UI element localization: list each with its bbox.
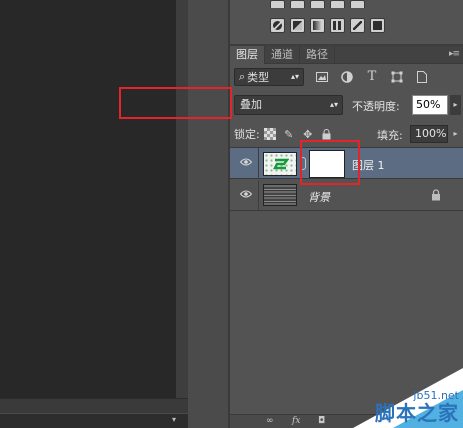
- lock-image-pixels-icon[interactable]: ✎: [283, 128, 295, 141]
- panel-dock-gap: [188, 0, 230, 428]
- logo-icon: [273, 158, 289, 170]
- document-canvas[interactable]: [0, 0, 176, 398]
- lock-all-icon[interactable]: [321, 128, 333, 140]
- lock-transparent-pixels-icon[interactable]: [263, 128, 276, 140]
- opacity-input[interactable]: 50%: [412, 95, 448, 115]
- image-filter-icon[interactable]: [315, 70, 329, 84]
- adjustment-button[interactable]: [330, 0, 345, 8]
- visibility-divider: [258, 180, 259, 211]
- visibility-divider: [258, 148, 259, 179]
- fill-label: 填充:: [377, 129, 403, 142]
- layer-thumbnail[interactable]: [263, 184, 297, 206]
- chevron-updown-icon: ▴▾: [329, 100, 338, 109]
- shape-filter-icon[interactable]: [390, 70, 404, 84]
- adjustment-button[interactable]: [350, 0, 365, 8]
- search-icon: ⌕: [239, 69, 246, 83]
- status-menu-arrow-icon[interactable]: ▾: [172, 415, 176, 424]
- layer-thumbnail[interactable]: [263, 152, 297, 176]
- layer-style-icon[interactable]: fx: [292, 416, 300, 426]
- chevron-updown-icon: ▴▾: [290, 72, 299, 81]
- adjustment-button[interactable]: [270, 0, 285, 8]
- layer-filter-row: ⌕ 类型 ▴▾ T: [234, 67, 459, 86]
- adjustment-filter-icon[interactable]: [340, 70, 354, 84]
- blend-mode-select[interactable]: 叠加 ▴▾: [234, 95, 343, 115]
- channel-mixer-icon[interactable]: [290, 18, 305, 33]
- filter-type-select[interactable]: ⌕ 类型 ▴▾: [234, 67, 304, 86]
- text-filter-icon[interactable]: T: [365, 69, 379, 84]
- add-mask-icon[interactable]: ◘: [318, 416, 325, 426]
- blend-opacity-row: 叠加 ▴▾ 不透明度: 50% ▸: [234, 95, 463, 117]
- blend-mode-value: 叠加: [240, 98, 262, 111]
- canvas-vertical-edge: [176, 0, 188, 398]
- lock-label: 锁定:: [234, 128, 260, 141]
- adjustment-buttons-row-1: [270, 0, 365, 8]
- link-layers-icon[interactable]: ∞: [266, 416, 274, 426]
- filter-type-label: 类型: [247, 70, 270, 84]
- adjustment-button[interactable]: [290, 0, 305, 8]
- opacity-label: 不透明度:: [352, 100, 400, 113]
- mask-highlight-box: [300, 140, 360, 185]
- selective-color-icon[interactable]: [350, 18, 365, 33]
- eye-icon[interactable]: [239, 189, 253, 201]
- opacity-dropdown-icon[interactable]: ▸: [450, 95, 461, 115]
- gradient-map-icon[interactable]: [310, 18, 325, 33]
- invert-icon[interactable]: [370, 18, 385, 33]
- status-bar: ▾: [0, 413, 188, 428]
- layers-panel: 图层 通道 路径 ▸≡ ⌕ 类型 ▴▾ T 叠加 ▴▾ 不透明度: 50% ▸: [230, 0, 463, 428]
- tab-layers[interactable]: 图层: [230, 46, 265, 64]
- tab-paths[interactable]: 路径: [300, 46, 335, 64]
- canvas-horizontal-scrollbar[interactable]: [0, 398, 188, 413]
- opacity-highlight-box: [119, 87, 232, 119]
- panel-menu-icon[interactable]: ▸≡: [449, 49, 460, 59]
- lock-position-icon[interactable]: ✥: [302, 128, 314, 141]
- smart-object-filter-icon[interactable]: [415, 70, 429, 84]
- adjustment-buttons-row-2: [270, 18, 385, 33]
- eye-icon[interactable]: [239, 157, 253, 169]
- adjustment-button[interactable]: [310, 0, 325, 8]
- layer-name[interactable]: 背景: [308, 189, 330, 205]
- posterize-icon[interactable]: [330, 18, 345, 33]
- photo-filter-icon[interactable]: [270, 18, 285, 33]
- watermark-name: 脚本之家: [375, 401, 459, 425]
- fill-input[interactable]: 100%: [410, 125, 448, 143]
- fill-dropdown-icon[interactable]: ▸: [450, 125, 461, 143]
- panel-tabs: 图层 通道 路径 ▸≡: [230, 46, 463, 64]
- lock-icon: [432, 189, 440, 201]
- tab-channels[interactable]: 通道: [265, 46, 300, 64]
